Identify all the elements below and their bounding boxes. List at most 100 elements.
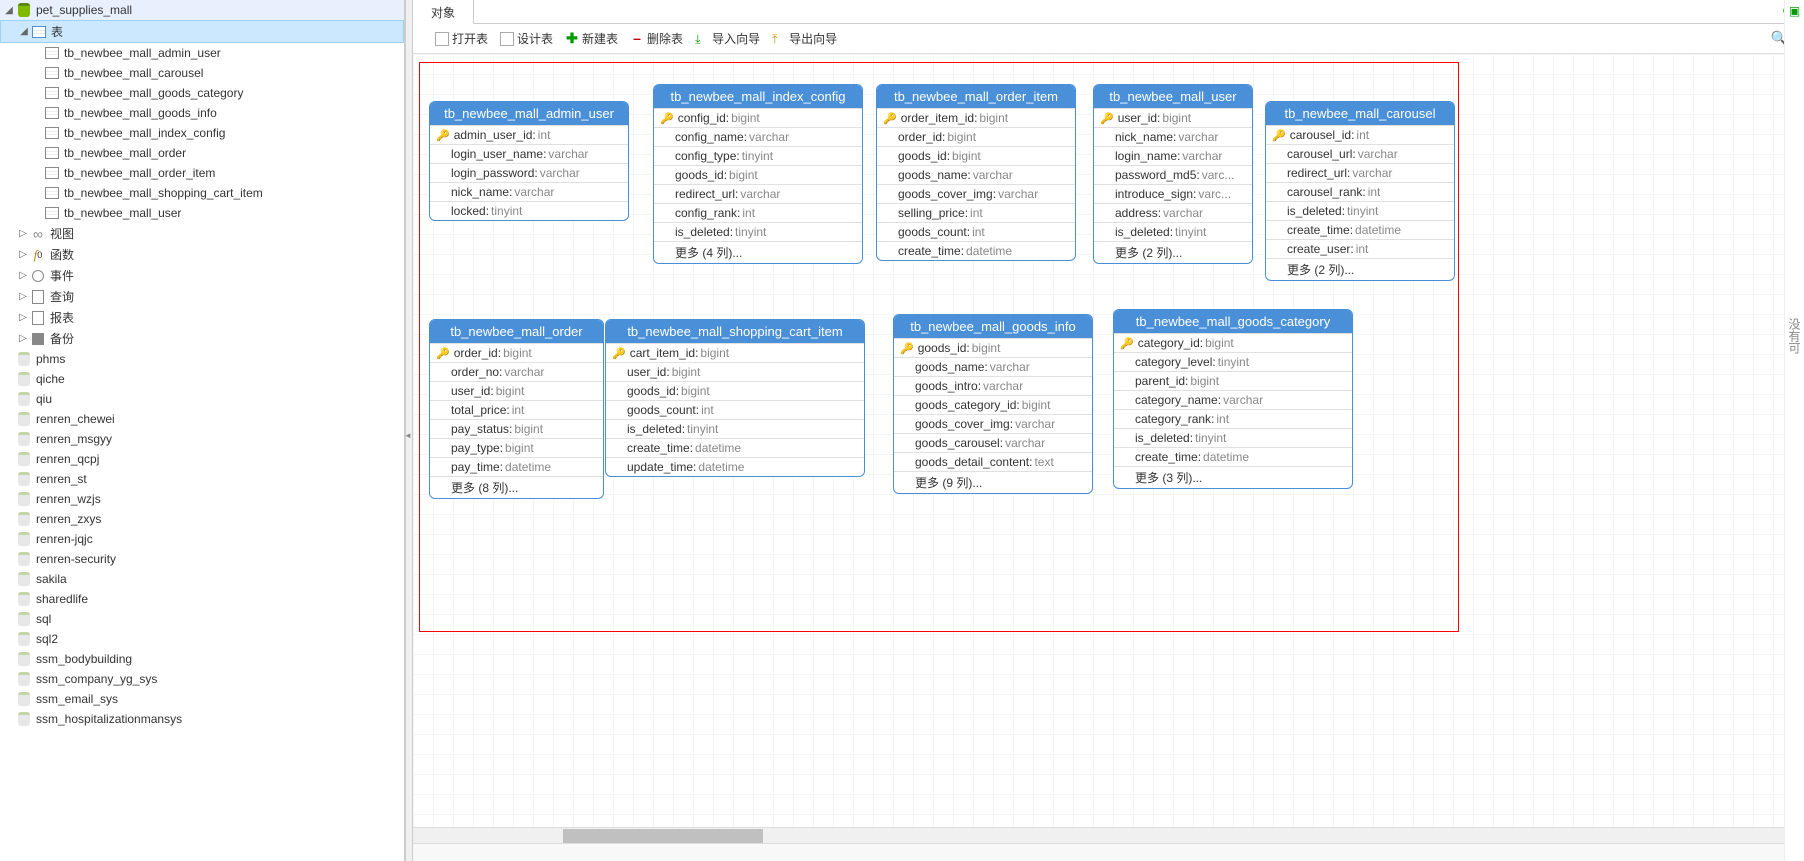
field-row[interactable]: redirect_url: varchar [1266,163,1454,182]
field-row[interactable]: config_type: tinyint [654,146,862,165]
field-row[interactable]: nick_name: varchar [430,182,628,201]
field-row[interactable]: 🔑order_id: bigint [430,343,603,362]
field-row[interactable]: goods_count: int [606,400,864,419]
field-row[interactable]: 更多 (4 列)... [654,241,862,263]
field-row[interactable]: create_time: datetime [877,241,1075,260]
field-row[interactable]: is_deleted: tinyint [654,222,862,241]
db-item[interactable]: ssm_hospitalizationmansys [0,709,404,729]
field-row[interactable]: carousel_url: varchar [1266,144,1454,163]
field-row[interactable]: goods_cover_img: varchar [894,414,1092,433]
field-row[interactable]: config_rank: int [654,203,862,222]
table-header[interactable]: tb_newbee_mall_order [430,320,603,343]
table-item[interactable]: tb_newbee_mall_order_item [0,163,404,183]
db-item[interactable]: ssm_company_yg_sys [0,669,404,689]
field-row[interactable]: category_level: tinyint [1114,352,1352,371]
field-row[interactable]: 🔑category_id: bigint [1114,333,1352,352]
db-item[interactable]: qiu [0,389,404,409]
erd-table-order[interactable]: tb_newbee_mall_order🔑order_id: bigintord… [429,319,604,499]
field-row[interactable]: locked: tinyint [430,201,628,220]
field-row[interactable]: goods_id: bigint [877,146,1075,165]
field-row[interactable]: selling_price: int [877,203,1075,222]
field-row[interactable]: goods_name: varchar [877,165,1075,184]
right-panel-collapsed[interactable]: ▣ 没有可 [1784,0,1804,861]
table-group[interactable]: ◢ 表 [0,20,404,43]
erd-table-cart_item[interactable]: tb_newbee_mall_shopping_cart_item🔑cart_i… [605,319,865,477]
field-row[interactable]: login_user_name: varchar [430,144,628,163]
field-row[interactable]: goods_cover_img: varchar [877,184,1075,203]
db-item[interactable]: qiche [0,369,404,389]
field-row[interactable]: goods_id: bigint [654,165,862,184]
erd-table-goods_info[interactable]: tb_newbee_mall_goods_info🔑goods_id: bigi… [893,314,1093,494]
field-row[interactable]: config_name: varchar [654,127,862,146]
export-wizard-button[interactable]: ⤒导出向导 [768,28,841,49]
field-row[interactable]: category_rank: int [1114,409,1352,428]
field-row[interactable]: pay_time: datetime [430,457,603,476]
db-item[interactable]: sql2 [0,629,404,649]
field-row[interactable]: 🔑order_item_id: bigint [877,108,1075,127]
field-row[interactable]: 更多 (3 列)... [1114,466,1352,488]
field-row[interactable]: 🔑user_id: bigint [1094,108,1252,127]
field-row[interactable]: address: varchar [1094,203,1252,222]
db-item[interactable]: renren_qcpj [0,449,404,469]
erd-table-admin_user[interactable]: tb_newbee_mall_admin_user🔑admin_user_id:… [429,101,629,221]
table-item[interactable]: tb_newbee_mall_index_config [0,123,404,143]
db-active[interactable]: ◢ pet_supplies_mall [0,0,404,20]
db-item[interactable]: renren-jqjc [0,529,404,549]
new-table-button[interactable]: ✚新建表 [561,28,622,49]
field-row[interactable]: is_deleted: tinyint [1114,428,1352,447]
db-item[interactable]: sakila [0,569,404,589]
field-row[interactable]: 更多 (9 列)... [894,471,1092,493]
erd-table-index_config[interactable]: tb_newbee_mall_index_config🔑config_id: b… [653,84,863,264]
field-row[interactable]: nick_name: varchar [1094,127,1252,146]
import-wizard-button[interactable]: ⤓导入向导 [691,28,764,49]
db-item[interactable]: renren_st [0,469,404,489]
field-row[interactable]: goods_intro: varchar [894,376,1092,395]
db-item[interactable]: sql [0,609,404,629]
erd-table-user[interactable]: tb_newbee_mall_user🔑user_id: bigintnick_… [1093,84,1253,264]
field-row[interactable]: is_deleted: tinyint [1094,222,1252,241]
field-row[interactable]: login_name: varchar [1094,146,1252,165]
open-table-button[interactable]: 打开表 [431,28,492,49]
table-item[interactable]: tb_newbee_mall_goods_info [0,103,404,123]
field-row[interactable]: user_id: bigint [430,381,603,400]
table-header[interactable]: tb_newbee_mall_carousel [1266,102,1454,125]
field-row[interactable]: is_deleted: tinyint [1266,201,1454,220]
field-row[interactable]: goods_count: int [877,222,1075,241]
field-row[interactable]: password_md5: varc... [1094,165,1252,184]
field-row[interactable]: user_id: bigint [606,362,864,381]
db-item[interactable]: renren_wzjs [0,489,404,509]
field-row[interactable]: goods_name: varchar [894,357,1092,376]
field-row[interactable]: parent_id: bigint [1114,371,1352,390]
erd-table-carousel[interactable]: tb_newbee_mall_carousel🔑carousel_id: int… [1265,101,1455,281]
design-table-button[interactable]: 设计表 [496,28,557,49]
field-row[interactable]: login_password: varchar [430,163,628,182]
erd-table-goods_category[interactable]: tb_newbee_mall_goods_category🔑category_i… [1113,309,1353,489]
table-item[interactable]: tb_newbee_mall_order [0,143,404,163]
field-row[interactable]: 🔑config_id: bigint [654,108,862,127]
table-header[interactable]: tb_newbee_mall_goods_category [1114,310,1352,333]
table-item[interactable]: tb_newbee_mall_admin_user [0,43,404,63]
table-item[interactable]: tb_newbee_mall_shopping_cart_item [0,183,404,203]
field-row[interactable]: 更多 (2 列)... [1266,258,1454,280]
table-item[interactable]: tb_newbee_mall_user [0,203,404,223]
section-函数[interactable]: ▷f0函数 [0,244,404,265]
db-item[interactable]: renren_zxys [0,509,404,529]
field-row[interactable]: update_time: datetime [606,457,864,476]
section-备份[interactable]: ▷备份 [0,328,404,349]
db-item[interactable]: phms [0,349,404,369]
field-row[interactable]: introduce_sign: varc... [1094,184,1252,203]
field-row[interactable]: goods_detail_content: text [894,452,1092,471]
field-row[interactable]: create_time: datetime [1114,447,1352,466]
field-row[interactable]: 更多 (8 列)... [430,476,603,498]
db-item[interactable]: sharedlife [0,589,404,609]
table-header[interactable]: tb_newbee_mall_index_config [654,85,862,108]
field-row[interactable]: 🔑cart_item_id: bigint [606,343,864,362]
delete-table-button[interactable]: –删除表 [626,28,687,49]
db-item[interactable]: ssm_email_sys [0,689,404,709]
db-item[interactable]: renren-security [0,549,404,569]
field-row[interactable]: create_time: datetime [1266,220,1454,239]
field-row[interactable]: 🔑admin_user_id: int [430,125,628,144]
section-事件[interactable]: ▷事件 [0,265,404,286]
field-row[interactable]: goods_id: bigint [606,381,864,400]
field-row[interactable]: goods_carousel: varchar [894,433,1092,452]
